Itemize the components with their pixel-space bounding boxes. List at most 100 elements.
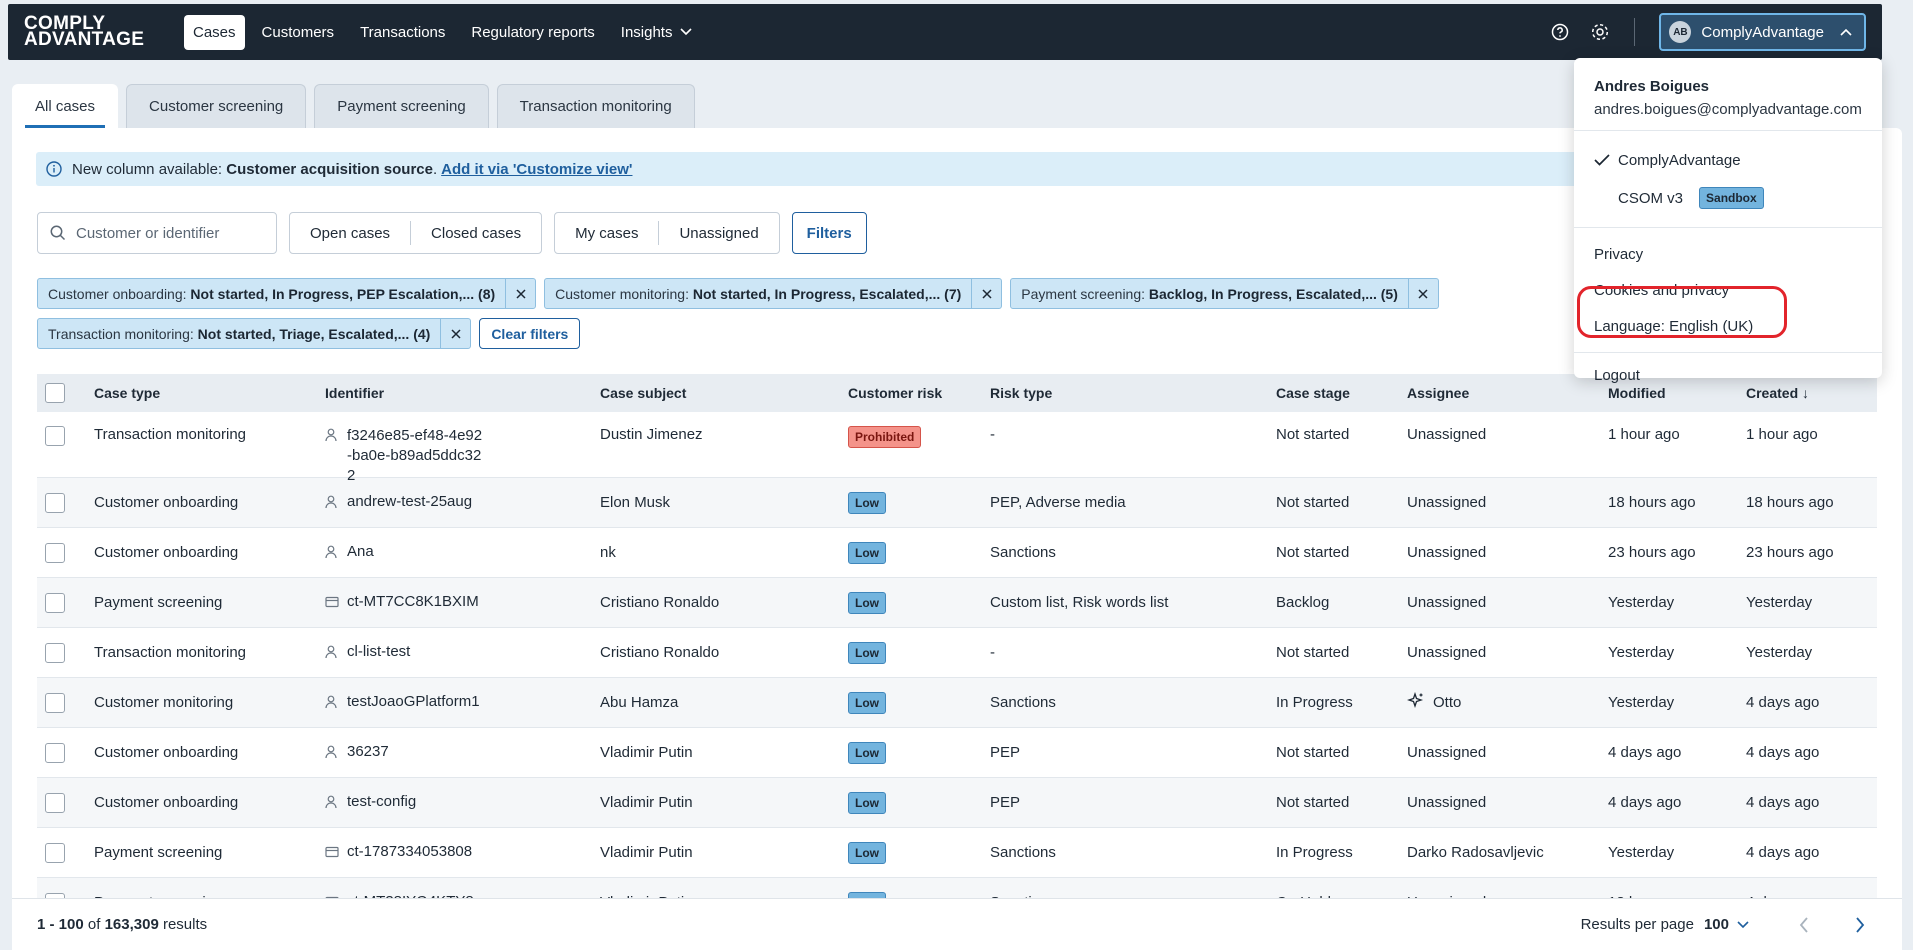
filter-chip[interactable]: Transaction monitoring: Not started, Tri… [37, 318, 472, 349]
header-identifier[interactable]: Identifier [325, 385, 600, 401]
banner-dot: . [432, 160, 438, 178]
nav-transactions[interactable]: Transactions [351, 15, 454, 50]
search-input[interactable]: Customer or identifier [37, 212, 277, 254]
filter-chip[interactable]: Payment screening: Backlog, In Progress,… [1010, 278, 1439, 309]
case-subject: Cristiano Ronaldo [600, 594, 720, 611]
case-type: Customer onboarding [94, 494, 239, 511]
cases-table: Case type Identifier Case subject Custom… [37, 374, 1877, 928]
next-page-button[interactable] [1843, 916, 1877, 933]
table-row[interactable]: Transaction monitoring f3246e85-ef48-4e92… [37, 412, 1877, 484]
my-cases-button[interactable]: My cases [555, 221, 660, 245]
gear-icon[interactable] [1590, 22, 1610, 42]
filter-chip[interactable]: Customer monitoring: Not started, In Pro… [544, 278, 1003, 309]
case-identifier[interactable]: ct-1787334053808 [347, 843, 472, 862]
case-type: Customer onboarding [94, 544, 239, 561]
risk-badge: Low [848, 791, 886, 814]
risk-type: - [990, 426, 995, 443]
clear-filters-button[interactable]: Clear filters [479, 318, 581, 349]
table-row[interactable]: Customer onboarding andrew-test-25aug Elon… [37, 478, 1877, 528]
case-identifier[interactable]: testJoaoGPlatform1 [347, 693, 480, 713]
org-item-complyadvantage[interactable]: ComplyAdvantage [1574, 141, 1882, 179]
header-risk-type[interactable]: Risk type [990, 385, 1276, 401]
case-identifier[interactable]: andrew-test-25aug [347, 493, 472, 513]
tab-transaction-monitoring[interactable]: Transaction monitoring [496, 84, 695, 128]
row-checkbox[interactable] [45, 642, 65, 663]
row-checkbox[interactable] [45, 792, 65, 813]
nav-insights-label: Insights [620, 23, 673, 41]
header-case-type[interactable]: Case type [94, 385, 325, 401]
result-range: 1 - 100 [37, 916, 84, 933]
case-identifier[interactable]: test-config [347, 793, 416, 813]
case-subject: Abu Hamza [600, 694, 679, 711]
previous-page-button[interactable] [1787, 916, 1821, 933]
menu-user-info: Andres Boigues andres.boigues@complyadva… [1574, 58, 1882, 131]
row-checkbox[interactable] [45, 492, 65, 513]
case-stage: Not started [1276, 544, 1350, 561]
closed-cases-button[interactable]: Closed cases [411, 221, 541, 245]
check-icon [1594, 154, 1610, 166]
assignee: Unassigned [1407, 494, 1487, 511]
table-row[interactable]: Transaction monitoring cl-list-test Cristi… [37, 628, 1877, 678]
close-icon[interactable] [440, 319, 470, 348]
table-row[interactable]: Payment screening ct-1787334053808 Vladimi… [37, 828, 1877, 878]
filter-chip[interactable]: Customer onboarding: Not started, In Pro… [37, 278, 537, 309]
case-identifier[interactable]: f3246e85-ef48-4e92-ba0e-b89ad5ddc322 [347, 426, 487, 486]
tab-payment-screening[interactable]: Payment screening [314, 84, 489, 128]
tab-customer-screening[interactable]: Customer screening [126, 84, 307, 128]
close-icon[interactable] [505, 279, 535, 308]
case-identifier[interactable]: ct-MT7CC8K1BXIM [347, 593, 479, 612]
table-body: Transaction monitoring f3246e85-ef48-4e92… [37, 412, 1877, 928]
nav-regulatory-reports[interactable]: Regulatory reports [462, 15, 603, 50]
person-icon [325, 493, 339, 513]
header-customer-risk[interactable]: Customer risk [848, 385, 990, 401]
logout-button[interactable]: Logout [1574, 353, 1882, 397]
customize-view-link[interactable]: Add it via 'Customize view' [441, 161, 632, 178]
help-icon[interactable] [1550, 22, 1570, 42]
case-stage: In Progress [1276, 694, 1353, 711]
modified-time: Yesterday [1608, 594, 1675, 611]
case-tabs: All cases Customer screening Payment scr… [12, 84, 695, 128]
org-item-csom-v3[interactable]: CSOM v3 Sandbox [1574, 179, 1882, 217]
account-menu-button[interactable]: AB ComplyAdvantage [1659, 13, 1866, 51]
case-identifier[interactable]: cl-list-test [347, 643, 410, 663]
table-row[interactable]: Customer monitoring testJoaoGPlatform1 Abu… [37, 678, 1877, 728]
logo[interactable]: COMPLY ADVANTAGE [24, 14, 184, 49]
open-cases-button[interactable]: Open cases [290, 221, 412, 245]
table-row[interactable]: Customer onboarding test-config Vladimir P… [37, 778, 1877, 828]
case-identifier[interactable]: 36237 [347, 743, 389, 763]
chip-label: Payment screening: [1021, 285, 1146, 302]
filter-chips: Customer onboarding: Not started, In Pro… [37, 278, 1577, 349]
case-identifier[interactable]: Ana [347, 543, 374, 563]
nav-cases[interactable]: Cases [184, 14, 245, 50]
results-per-page-select[interactable]: 100 [1704, 916, 1749, 933]
nav-insights[interactable]: Insights [612, 15, 702, 50]
filters-button[interactable]: Filters [791, 212, 867, 254]
unassigned-button[interactable]: Unassigned [659, 221, 778, 245]
chip-value: Backlog, In Progress, Escalated,... (5) [1148, 285, 1398, 302]
language-selector[interactable]: Language: English (UK) [1574, 308, 1882, 344]
assignee: Unassigned [1407, 426, 1487, 443]
select-all-checkbox[interactable] [45, 383, 65, 403]
close-icon[interactable] [971, 279, 1001, 308]
row-checkbox[interactable] [45, 692, 65, 713]
row-checkbox[interactable] [45, 426, 65, 446]
person-icon [325, 743, 339, 763]
nav-customers[interactable]: Customers [253, 15, 344, 50]
cookies-link[interactable]: Cookies and privacy [1574, 272, 1882, 308]
row-checkbox[interactable] [45, 542, 65, 563]
header-case-stage[interactable]: Case stage [1276, 385, 1407, 401]
created-time: 4 days ago [1746, 844, 1820, 861]
privacy-link[interactable]: Privacy [1574, 236, 1882, 272]
tab-all-cases[interactable]: All cases [12, 84, 119, 128]
row-checkbox[interactable] [45, 842, 65, 863]
table-row[interactable]: Payment screening ct-MT7CC8K1BXIM Cristian… [37, 578, 1877, 628]
modified-time: 4 days ago [1608, 744, 1682, 761]
created-time: 23 hours ago [1746, 544, 1834, 561]
row-checkbox[interactable] [45, 592, 65, 613]
table-row[interactable]: Customer onboarding Ana nk Low Sanctions Not … [37, 528, 1877, 578]
close-icon[interactable] [1407, 279, 1438, 308]
created-time: 4 days ago [1746, 794, 1820, 811]
table-row[interactable]: Customer onboarding 36237 Vladimir Putin Lo… [37, 728, 1877, 778]
row-checkbox[interactable] [45, 742, 65, 763]
header-case-subject[interactable]: Case subject [600, 385, 848, 401]
